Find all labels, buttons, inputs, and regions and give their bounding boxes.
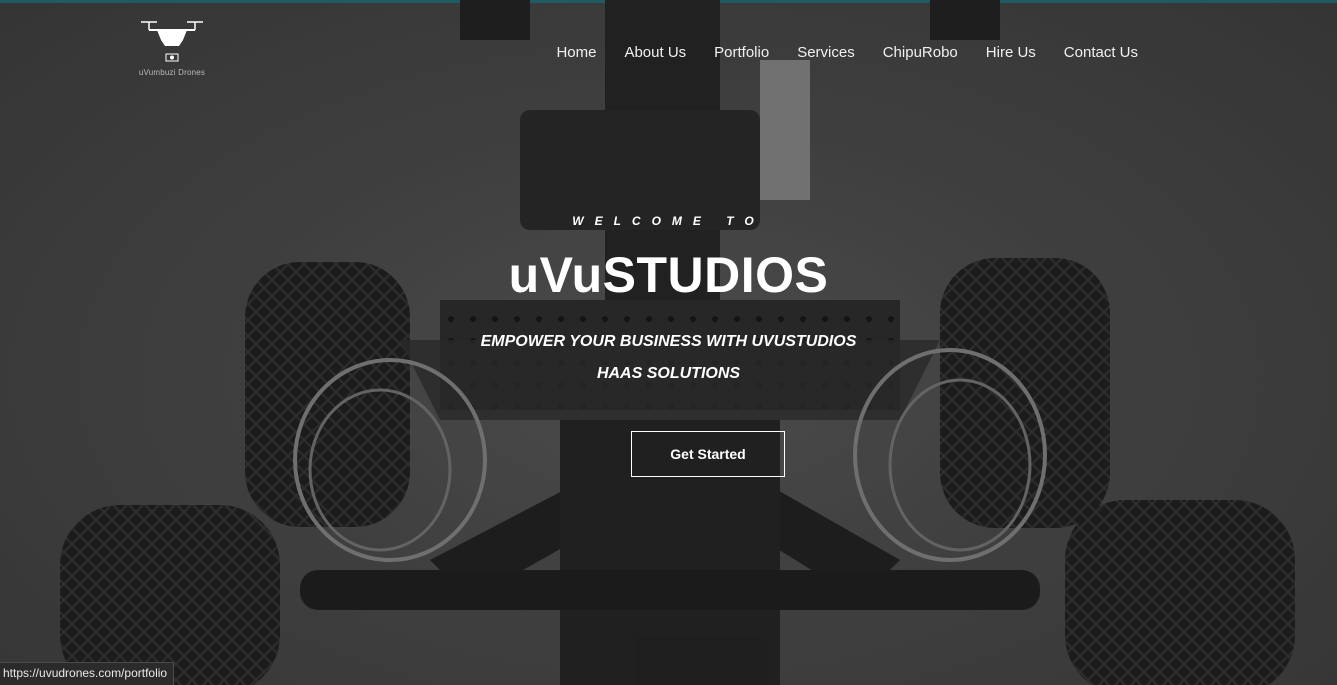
nav-item-home[interactable]: Home — [542, 43, 610, 63]
hero-title: uVuSTUDIOS — [508, 247, 829, 303]
nav-item-services[interactable]: Services — [783, 43, 869, 63]
get-started-button[interactable]: Get Started — [631, 431, 785, 477]
nav-item-contact-us[interactable]: Contact Us — [1050, 43, 1152, 63]
nav-item-about-us[interactable]: About Us — [610, 43, 700, 63]
logo-caption: uVumbuzi Drones — [138, 68, 206, 77]
nav-item-chipurobo[interactable]: ChipuRobo — [869, 43, 972, 63]
nav-item-portfolio[interactable]: Portfolio — [700, 43, 783, 63]
drone-icon — [141, 21, 203, 62]
hero-tagline: EMPOWER YOUR BUSINESS WITH UVUSTUDIOS HA… — [0, 326, 1337, 390]
site-logo[interactable]: uVumbuzi Drones — [136, 18, 208, 88]
status-bar-url: https://uvudrones.com/portfolio — [0, 662, 175, 685]
main-navigation: Home About Us Portfolio Services ChipuRo… — [542, 43, 1152, 63]
hero-eyebrow: WELCOME TO — [572, 214, 765, 228]
hero-tagline-line2: HAAS SOLUTIONS — [596, 365, 741, 382]
hero-tagline-line1: EMPOWER YOUR BUSINESS WITH UVUSTUDIOS — [480, 333, 857, 350]
nav-item-hire-us[interactable]: Hire Us — [972, 43, 1050, 63]
page: uVumbuzi Drones Home About Us Portfolio … — [0, 0, 1337, 685]
